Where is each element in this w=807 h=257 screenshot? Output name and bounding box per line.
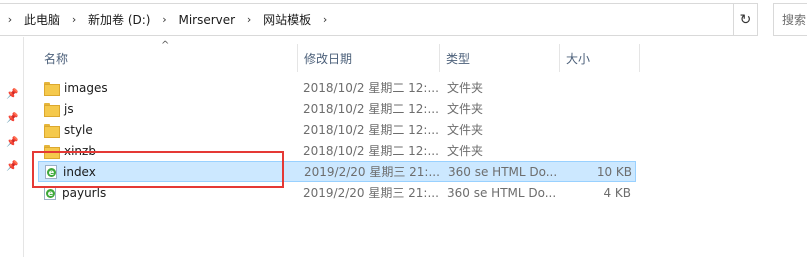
file-date: 2018/10/2 星期二 12:... <box>303 81 439 95</box>
breadcrumb-this-pc[interactable]: 此电脑 <box>20 11 64 28</box>
column-header-size-label: 大小 <box>566 51 591 66</box>
file-name: style <box>64 122 93 137</box>
file-size <box>565 119 635 140</box>
file-row-selected[interactable]: e index 2019/2/20 星期三 21:... 360 se HTML… <box>38 161 636 182</box>
file-date: 2018/10/2 星期二 12:... <box>303 102 439 116</box>
pin-icon[interactable]: 📌 <box>6 89 18 101</box>
file-type: 360 se HTML Do... <box>448 164 558 179</box>
file-name: js <box>64 101 74 116</box>
file-type: 文件夹 <box>447 102 484 116</box>
html-file-icon: e <box>45 164 57 179</box>
file-row[interactable]: style 2018/10/2 星期二 12:... 文件夹 <box>38 119 636 140</box>
column-header-name[interactable]: 名称 <box>38 44 298 72</box>
file-row[interactable]: xinzb 2018/10/2 星期二 12:... 文件夹 <box>38 140 636 161</box>
file-name-cell: images <box>44 77 300 98</box>
file-date: 2018/10/2 星期二 12:... <box>303 123 439 137</box>
folder-icon <box>44 81 60 96</box>
column-header-size[interactable]: 大小 <box>560 44 640 72</box>
breadcrumb-website-templates[interactable]: 网站模板 <box>259 11 315 28</box>
file-date: 2019/2/20 星期三 21:... <box>303 186 439 200</box>
chevron-right-icon[interactable]: › <box>64 13 84 26</box>
file-date: 2019/2/20 星期三 21:... <box>304 165 440 179</box>
file-size <box>565 98 635 119</box>
pin-icon[interactable]: 📌 <box>6 161 18 173</box>
file-type: 文件夹 <box>447 144 484 158</box>
folder-icon <box>44 102 60 117</box>
column-header-type-label: 类型 <box>446 51 471 66</box>
file-type: 文件夹 <box>447 81 484 95</box>
file-row[interactable]: js 2018/10/2 星期二 12:... 文件夹 <box>38 98 636 119</box>
file-name: payurls <box>62 185 107 200</box>
file-size <box>565 140 635 161</box>
pin-icon[interactable]: 📌 <box>6 137 18 149</box>
file-name-cell: js <box>44 98 300 119</box>
column-header-name-label: 名称 <box>44 51 69 66</box>
folder-icon <box>44 144 60 159</box>
file-row[interactable]: images 2018/10/2 星期二 12:... 文件夹 <box>38 77 636 98</box>
breadcrumb-drive-d[interactable]: 新加卷 (D:) <box>84 11 154 28</box>
refresh-button[interactable]: ↻ <box>733 3 758 36</box>
file-name: images <box>64 80 108 95</box>
pin-icon[interactable]: 📌 <box>6 113 18 125</box>
file-date: 2018/10/2 星期二 12:... <box>303 144 439 158</box>
file-size <box>565 77 635 98</box>
chevron-right-icon[interactable]: › <box>154 13 174 26</box>
refresh-icon: ↻ <box>739 11 752 28</box>
file-name-cell: e index <box>45 162 301 181</box>
file-name-cell: xinzb <box>44 140 300 161</box>
file-name-cell: style <box>44 119 300 140</box>
search-input[interactable]: 搜索"网站模板" <box>773 3 807 36</box>
file-size: 4 KB <box>603 185 631 200</box>
address-bar[interactable]: › 此电脑 › 新加卷 (D:) › Mirserver › 网站模板 › ∨ <box>0 3 758 36</box>
file-size: 10 KB <box>596 164 632 179</box>
chevron-right-icon[interactable]: › <box>0 13 20 26</box>
chevron-right-icon[interactable]: › <box>315 13 335 26</box>
column-header-type[interactable]: 类型 <box>440 44 560 72</box>
html-file-icon: e <box>44 185 56 200</box>
file-name: index <box>63 164 96 179</box>
file-name: xinzb <box>64 143 96 158</box>
file-type: 360 se HTML Do... <box>447 185 557 200</box>
column-header-date-label: 修改日期 <box>304 51 353 66</box>
search-placeholder: 搜索"网站模板" <box>782 13 807 27</box>
file-row[interactable]: e payurls 2019/2/20 星期三 21:... 360 se HT… <box>38 182 636 203</box>
breadcrumb-mirserver[interactable]: Mirserver <box>174 13 239 27</box>
file-name-cell: e payurls <box>44 182 300 203</box>
folder-icon <box>44 123 60 138</box>
navigation-pane[interactable]: 📌 📌 📌 📌 <box>0 37 24 257</box>
chevron-right-icon[interactable]: › <box>239 13 259 26</box>
column-header-date[interactable]: 修改日期 <box>298 44 440 72</box>
file-type: 文件夹 <box>447 123 484 137</box>
breadcrumb: › 此电脑 › 新加卷 (D:) › Mirserver › 网站模板 › <box>0 4 729 35</box>
